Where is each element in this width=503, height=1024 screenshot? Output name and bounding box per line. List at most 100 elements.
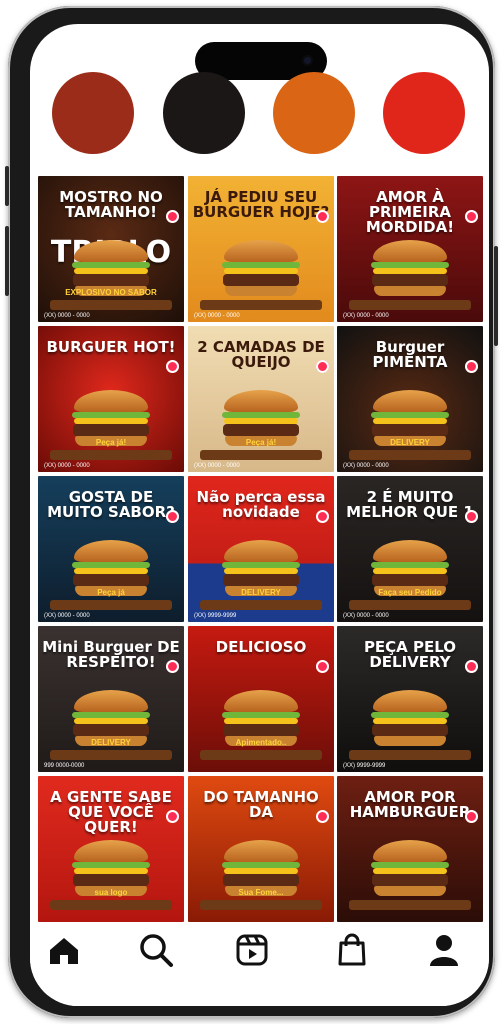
bun-top [224, 390, 298, 412]
like-heart-icon [465, 510, 478, 523]
patty-layer [223, 724, 299, 736]
like-heart-icon [166, 360, 179, 373]
post-phone-number: (XX) 9999-9999 [343, 763, 386, 769]
wooden-board [348, 900, 472, 910]
bun-bottom [374, 736, 446, 746]
patty-layer [223, 274, 299, 286]
bun-top [373, 390, 447, 412]
bun-top [74, 390, 148, 412]
post-headline: PEÇA PELO DELIVERY [363, 638, 457, 671]
like-heart-icon [465, 360, 478, 373]
post-tile[interactable]: DELICIOSO Apimentado.. [188, 626, 334, 772]
reels-icon[interactable] [232, 930, 272, 970]
palette-swatch-2 [163, 72, 245, 154]
post-phone-number: 999 0000-0000 [44, 763, 85, 769]
patty-layer [372, 574, 448, 586]
like-heart-icon [166, 210, 179, 223]
wooden-board [199, 450, 323, 460]
post-headline: 2 CAMADAS DE QUEIJO [197, 338, 325, 371]
post-headline: GOSTA DE MUITO SABOR? [47, 488, 175, 521]
post-subtext: Peça já [97, 588, 125, 597]
post-tile[interactable]: Não perca essa novidade DELIVERY (XX) 9999… [188, 476, 334, 622]
post-tile[interactable]: DO TAMANHO DA Sua Fome... [188, 776, 334, 922]
post-tile[interactable]: JÁ PEDIU SEU BURGUER HOJE? (XX) 0000 - 00… [188, 176, 334, 322]
post-tile[interactable]: Burguer PIMENTA DELIVERY (XX) 0000 - 0000 [337, 326, 483, 472]
home-icon[interactable] [44, 930, 84, 970]
power-button [494, 246, 498, 346]
post-grid: MOSTRO NO TAMANHO!TRIPLOEXPLOSIVO NO SAB… [38, 176, 483, 922]
bun-top [373, 540, 447, 562]
palette-swatch-3 [273, 72, 355, 154]
like-heart-icon [166, 810, 179, 823]
patty-layer [372, 274, 448, 286]
post-headline: MOSTRO NO TAMANHO! [59, 188, 163, 221]
wooden-board [199, 300, 323, 310]
patty-layer [73, 424, 149, 436]
like-heart-icon [166, 660, 179, 673]
bun-top [74, 240, 148, 262]
like-heart-icon [465, 210, 478, 223]
post-phone-number: (XX) 0000 - 0000 [343, 463, 389, 469]
like-heart-icon [316, 510, 329, 523]
bun-bottom [374, 286, 446, 296]
like-heart-icon [316, 360, 329, 373]
bun-top [74, 690, 148, 712]
like-heart-icon [465, 660, 478, 673]
post-tile[interactable]: AMOR À PRIMEIRA MORDIDA! (XX) 0000 - 0000 [337, 176, 483, 322]
burger-image [222, 240, 300, 296]
post-tile[interactable]: MOSTRO NO TAMANHO!TRIPLOEXPLOSIVO NO SAB… [38, 176, 184, 322]
bun-bottom [374, 886, 446, 896]
post-headline: JÁ PEDIU SEU BURGUER HOJE? [192, 188, 330, 221]
search-icon[interactable] [136, 930, 176, 970]
bun-top [74, 540, 148, 562]
post-phone-number: (XX) 0000 - 0000 [44, 463, 90, 469]
post-headline: 2 É MUITO MELHOR QUE 1 [346, 488, 474, 521]
post-tile[interactable]: GOSTA DE MUITO SABOR? Peça já (XX) 0000 - … [38, 476, 184, 622]
palette-swatch-1 [52, 72, 134, 154]
like-heart-icon [316, 210, 329, 223]
bottom-tab-bar [30, 922, 489, 1006]
post-headline: AMOR POR HAMBURGUER [349, 788, 471, 821]
patty-layer [73, 724, 149, 736]
mute-switch [5, 166, 9, 206]
post-subtext: Faça seu Pedido [378, 588, 442, 597]
post-tile[interactable]: AMOR POR HAMBURGUER [337, 776, 483, 922]
bun-top [373, 840, 447, 862]
front-camera [302, 55, 313, 66]
profile-icon[interactable] [424, 930, 464, 970]
like-heart-icon [316, 660, 329, 673]
bun-top [224, 690, 298, 712]
post-phone-number: (XX) 0000 - 0000 [194, 463, 240, 469]
palette-swatch-4 [383, 72, 465, 154]
post-subtext: Sua Fome... [238, 888, 284, 897]
volume-up-button [5, 226, 9, 296]
post-subtext: EXPLOSIVO NO SABOR [65, 288, 157, 297]
wooden-board [49, 900, 173, 910]
post-tile[interactable]: PEÇA PELO DELIVERY (XX) 9999-9999 [337, 626, 483, 772]
like-heart-icon [166, 510, 179, 523]
post-tile[interactable]: A GENTE SABE QUE VOCÊ QUER! sua logo [38, 776, 184, 922]
burger-image [371, 840, 449, 896]
patty-layer [372, 424, 448, 436]
post-phone-number: (XX) 0000 - 0000 [194, 313, 240, 319]
phone-frame: MOSTRO NO TAMANHO!TRIPLOEXPLOSIVO NO SAB… [5, 6, 498, 1018]
color-palette [30, 72, 489, 156]
shop-icon[interactable] [332, 930, 372, 970]
post-tile[interactable]: 2 CAMADAS DE QUEIJO Peça já! (XX) 0000 - 0… [188, 326, 334, 472]
post-tile[interactable]: Mini Burguer DE RESPEITO! DELIVERY 999 000… [38, 626, 184, 772]
post-subtext: Peça já! [95, 438, 127, 447]
post-subtext: Peça já! [245, 438, 277, 447]
wooden-board [348, 600, 472, 610]
post-tile[interactable]: 2 É MUITO MELHOR QUE 1 Faça seu Pedido (XX… [337, 476, 483, 622]
wooden-board [199, 900, 323, 910]
post-headline: DO TAMANHO DA [203, 788, 319, 821]
bun-top [224, 840, 298, 862]
patty-layer [73, 574, 149, 586]
post-tile[interactable]: BURGUER HOT! Peça já! (XX) 0000 - 0000 [38, 326, 184, 472]
post-subtext: DELIVERY [241, 588, 281, 597]
wooden-board [348, 300, 472, 310]
patty-layer [223, 574, 299, 586]
post-subtext: DELIVERY [91, 738, 131, 747]
post-phone-number: (XX) 0000 - 0000 [343, 613, 389, 619]
bun-bottom [225, 286, 297, 296]
